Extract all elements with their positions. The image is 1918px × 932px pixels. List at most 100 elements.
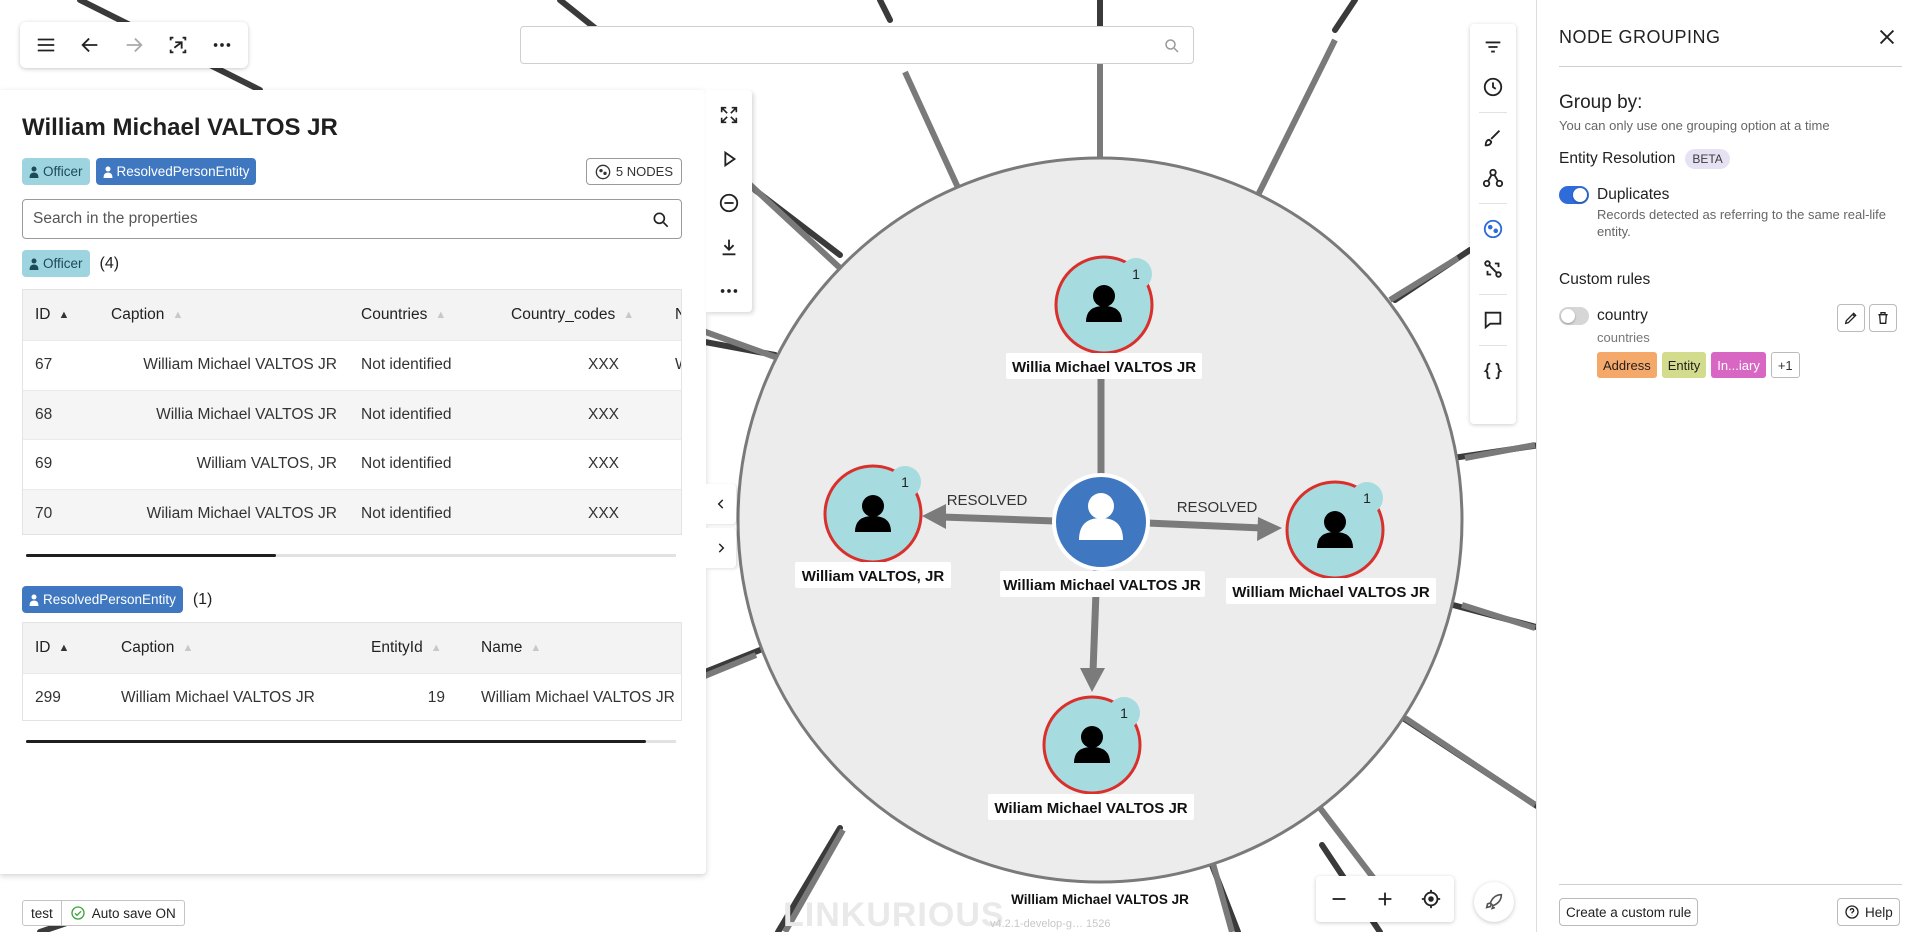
forward-arrow-icon[interactable] [114,27,154,63]
svg-text:1: 1 [1120,705,1128,721]
zoom-out-icon[interactable] [1328,888,1350,910]
officer-table-scrollbar[interactable] [26,554,676,557]
edge-label: RESOLVED [1177,499,1258,516]
officer-section-header: Officer (4) [22,250,119,277]
link-nodes-icon[interactable] [1475,252,1511,286]
nodes-count-badge[interactable]: 5 NODES [585,158,682,185]
table-header: ID ▲ Caption ▲ EntityId ▲ Name ▲ [23,623,681,673]
duplicates-toggle[interactable] [1559,186,1589,204]
more-icon[interactable] [202,27,242,63]
comment-icon[interactable] [1475,303,1511,337]
person-node[interactable]: 1 [823,464,923,564]
chevron-right-icon [718,543,725,553]
person-node[interactable]: 1 [1285,480,1385,580]
category-chip: In...iary [1711,352,1766,378]
status-bar: test Auto save ON [22,900,185,926]
officer-badge[interactable]: Officer [22,158,90,185]
edit-rule-button[interactable] [1837,304,1865,332]
more-categories-chip[interactable]: +1 [1770,352,1800,378]
category-badges: Officer ResolvedPersonEntity [22,158,257,185]
col-caption[interactable]: Caption ▲ [99,306,349,324]
more-icon[interactable] [711,274,747,308]
svg-text:William Michael VALTOS JR: William Michael VALTOS JR [1232,584,1430,601]
table-row[interactable]: 299 William Michael VALTOS JR 19 William… [23,673,681,720]
col-caption[interactable]: Caption ▲ [109,639,359,657]
person-icon [29,594,39,606]
center-node[interactable] [1052,473,1150,571]
remove-icon[interactable] [711,186,747,220]
col-countries[interactable]: Countries ▲ [349,306,499,324]
col-id[interactable]: ID ▲ [23,306,99,324]
brush-icon[interactable] [1475,121,1511,155]
col-id[interactable]: ID ▲ [23,639,109,657]
rocket-icon [1485,893,1503,910]
person-icon [29,166,39,178]
delete-rule-button[interactable] [1869,304,1897,332]
col-entity-id[interactable]: EntityId ▲ [359,639,469,657]
node-grouping-panel: NODE GROUPING Group by: You can only use… [1536,0,1918,932]
category-chip: Entity [1661,352,1707,378]
right-toolbar [1470,24,1516,424]
table-header: ID▲ Caption▲ Countries▲ Country_codes▲ N [23,290,681,340]
locate-icon[interactable] [1420,888,1442,910]
expand-panel-button[interactable] [706,528,736,568]
expand-icon[interactable] [711,142,747,176]
group-by-hint: You can only use one grouping option at … [1559,118,1830,133]
graph-icon[interactable] [1475,161,1511,195]
graph-search-input[interactable] [520,26,1194,64]
version-label: v4.2.1-develop-g… 1526 [990,918,1111,930]
download-icon[interactable] [711,230,747,264]
clock-icon[interactable] [1475,70,1511,104]
group-by-heading: Group by: [1559,92,1643,113]
svg-text:Willia Michael VALTOS JR: Willia Michael VALTOS JR [1012,359,1196,376]
node-details-panel: William Michael VALTOS JR Officer Resolv… [0,90,706,874]
resolved-person-badge[interactable]: ResolvedPersonEntity [95,158,257,185]
layout-icon[interactable] [158,27,198,63]
person-icon [29,258,39,270]
grouping-icon[interactable] [1475,212,1511,246]
resolved-section-header: ResolvedPersonEntity (1) [22,586,212,613]
help-button[interactable]: Help [1837,898,1900,926]
create-custom-rule-button[interactable]: Create a custom rule [1559,898,1699,926]
collapse-panel-button[interactable] [706,484,736,524]
properties-search-input[interactable]: Search in the properties [22,199,682,239]
workspace-name[interactable]: test [22,900,62,926]
col-country-codes[interactable]: Country_codes ▲ [499,306,663,324]
rocket-button[interactable] [1474,882,1514,922]
node-title: William Michael VALTOS JR [22,114,338,141]
filter-icon[interactable] [1475,30,1511,64]
resolved-table-scrollbar[interactable] [26,740,676,743]
duplicates-description: Records detected as referring to the sam… [1597,207,1887,239]
autosave-status[interactable]: Auto save ON [61,900,185,926]
col-name[interactable]: Name ▲ [469,639,681,657]
resolved-table: ID ▲ Caption ▲ EntityId ▲ Name ▲ 299 William… [22,622,682,721]
col-n[interactable]: N [663,306,681,324]
duplicates-label: Duplicates [1597,186,1670,203]
main-toolbar [20,22,248,68]
svg-text:1: 1 [1363,490,1371,506]
panel-title: NODE GROUPING [1559,27,1721,47]
officer-table: ID▲ Caption▲ Countries▲ Country_codes▲ N… [22,289,682,535]
person-node[interactable]: 1 [1054,255,1154,355]
custom-rule-name: country [1597,307,1648,324]
country-rule-toggle[interactable] [1559,307,1589,325]
table-row[interactable]: 70 Wiliam Michael VALTOS JR Not identifi… [23,488,681,534]
panel-tools [706,90,752,312]
svg-text:1: 1 [901,474,909,490]
code-icon[interactable] [1475,354,1511,388]
help-icon [1845,905,1859,919]
svg-text:William VALTOS, JR: William VALTOS, JR [802,568,945,585]
zoom-controls [1316,876,1454,922]
zoom-in-icon[interactable] [1374,888,1396,910]
svg-text:Wiliam Michael VALTOS JR: Wiliam Michael VALTOS JR [994,800,1187,817]
table-row[interactable]: 69 William VALTOS, JR Not identified XXX [23,439,681,489]
fullscreen-icon[interactable] [711,98,747,132]
svg-text:William Michael VALTOS JR: William Michael VALTOS JR [1003,577,1201,594]
table-row[interactable]: 68 Willia Michael VALTOS JR Not identifi… [23,389,681,439]
person-node[interactable]: 1 [1042,695,1142,795]
back-arrow-icon[interactable] [70,27,110,63]
table-row[interactable]: 67 William Michael VALTOS JR Not identif… [23,340,681,390]
close-icon[interactable] [1876,26,1898,48]
group-nodes-icon [595,164,611,179]
menu-icon[interactable] [26,27,66,63]
